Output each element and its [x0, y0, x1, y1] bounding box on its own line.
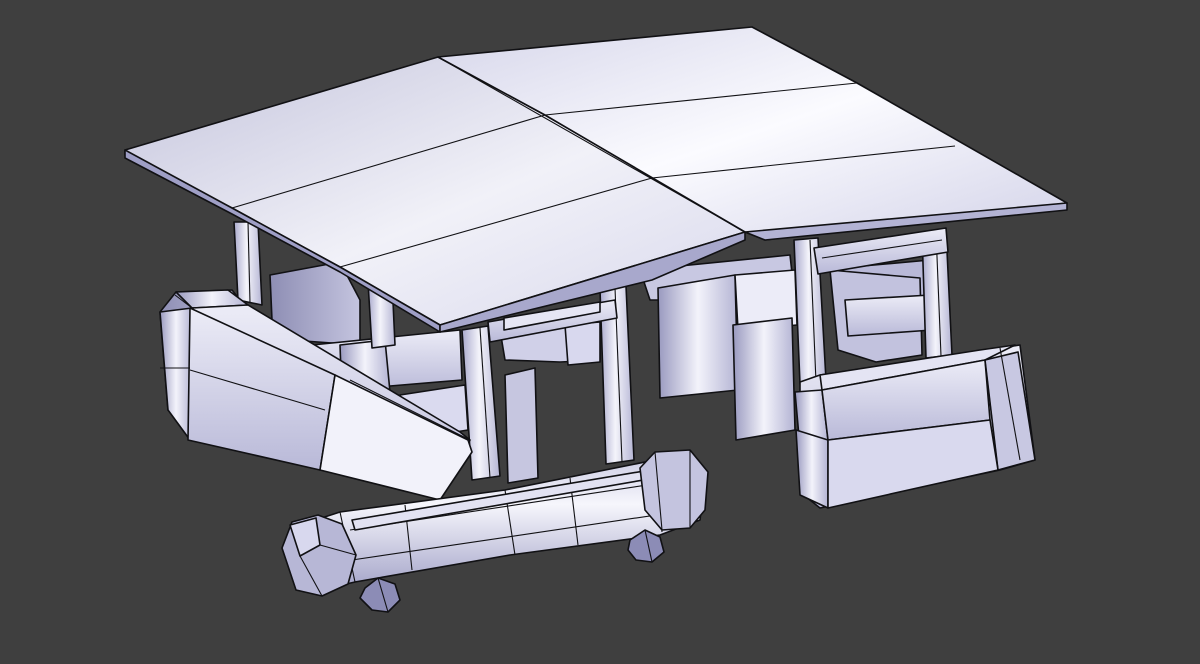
- 3d-viewport[interactable]: [0, 0, 1200, 664]
- right-block: [794, 344, 1036, 509]
- right-partition: [829, 269, 933, 363]
- scene-render: [124, 26, 1068, 613]
